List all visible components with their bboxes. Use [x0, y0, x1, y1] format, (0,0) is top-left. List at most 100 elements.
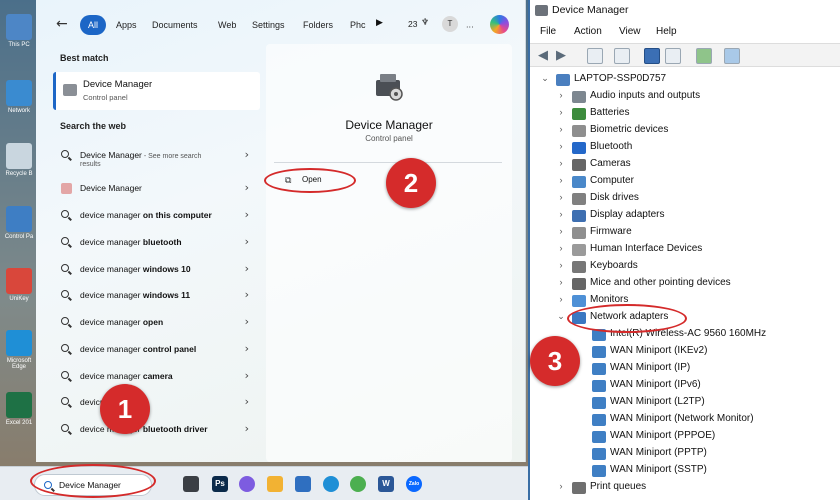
menu-view[interactable]: View — [619, 26, 641, 37]
desktop-icon[interactable]: UniKey — [0, 268, 38, 302]
menu-file[interactable]: File — [540, 26, 556, 37]
tree-network-device[interactable]: WAN Miniport (L2TP) — [592, 395, 830, 412]
tree-label: WAN Miniport (PPPOE) — [610, 430, 716, 441]
word-icon[interactable]: W — [378, 476, 394, 492]
web-result-item[interactable]: device manager on this computer › — [53, 204, 261, 228]
tree-category[interactable]: › Audio inputs and outputs — [556, 89, 830, 106]
chevron-right-icon[interactable]: › — [556, 90, 566, 100]
zalo-icon[interactable]: Zalo — [406, 476, 422, 492]
tree-category[interactable]: › Computer — [556, 174, 830, 191]
desktop-icon[interactable]: Microsoft Edge — [0, 330, 38, 370]
web-result-item[interactable]: device manager bluetooth › — [53, 231, 261, 255]
tree-category[interactable]: › Bluetooth — [556, 140, 830, 157]
chevron-right-icon[interactable]: › — [556, 209, 566, 219]
search-icon — [61, 237, 72, 248]
edge-icon[interactable] — [323, 476, 339, 492]
web-result-item[interactable]: devicmd› — [53, 391, 261, 415]
play-icon[interactable]: ▶ — [376, 18, 383, 28]
chevron-right-icon[interactable]: › — [556, 277, 566, 287]
desktop-icon[interactable]: Network — [0, 80, 38, 114]
tree-network-device[interactable]: WAN Miniport (IP) — [592, 361, 830, 378]
desktop-icon[interactable]: Recycle B — [0, 143, 38, 177]
update-driver-icon[interactable] — [696, 48, 712, 64]
web-result-bold: camera — [142, 371, 173, 381]
tree-network-device[interactable]: WAN Miniport (IPv6) — [592, 378, 830, 395]
show-hidden-icon[interactable] — [614, 48, 630, 64]
best-match-item[interactable]: Device Manager Control panel — [53, 72, 260, 110]
filter-apps[interactable]: Apps — [108, 15, 145, 35]
tree-network-device[interactable]: WAN Miniport (Network Monitor) — [592, 412, 830, 429]
notepad-icon[interactable] — [295, 476, 311, 492]
tree-network-device[interactable]: WAN Miniport (IKEv2) — [592, 344, 830, 361]
back-arrow-icon[interactable]: ← — [56, 16, 68, 32]
copilot-icon[interactable] — [490, 15, 509, 34]
chevron-down-icon[interactable]: ⌄ — [540, 73, 550, 84]
web-result-item[interactable]: device manager camera › — [53, 365, 261, 389]
chevron-right-icon[interactable]: › — [556, 141, 566, 151]
forward-icon[interactable]: ▶ — [556, 48, 566, 63]
menu-help[interactable]: Help — [656, 26, 677, 37]
scan-hardware-icon[interactable] — [724, 48, 740, 64]
filter-web[interactable]: Web — [210, 15, 244, 35]
web-result-item[interactable]: device manager windows 10 › — [53, 258, 261, 282]
filter-documents[interactable]: Documents — [144, 15, 206, 35]
chevron-right-icon[interactable]: › — [556, 294, 566, 304]
user-avatar[interactable]: T — [442, 16, 458, 32]
tree-category[interactable]: › Display adapters — [556, 208, 830, 225]
device-category-icon — [572, 91, 586, 103]
web-result-item[interactable]: Device Manager › — [53, 177, 261, 201]
tree-category[interactable]: › Print queues — [556, 480, 830, 497]
chevron-right-icon[interactable]: › — [556, 192, 566, 202]
chrome-icon[interactable] — [350, 476, 366, 492]
menu-action[interactable]: Action — [574, 26, 602, 37]
tree-network-device[interactable]: WAN Miniport (PPPOE) — [592, 429, 830, 446]
photoshop-icon[interactable]: Ps — [212, 476, 228, 492]
tree-category[interactable]: › Batteries — [556, 106, 830, 123]
web-result-item[interactable]: device manager bluetooth driver› — [53, 418, 261, 442]
chevron-right-icon[interactable]: › — [556, 124, 566, 134]
tree-network-device[interactable]: WAN Miniport (SSTP) — [592, 463, 830, 480]
web-result-item[interactable]: device manager open › — [53, 311, 261, 335]
filter-all[interactable]: All — [80, 15, 107, 35]
tree-category[interactable]: › Cameras — [556, 157, 830, 174]
chevron-down-icon[interactable]: ⌄ — [556, 311, 566, 322]
tree-category[interactable]: › Keyboards — [556, 259, 830, 276]
console-icon[interactable] — [665, 48, 681, 64]
help-icon[interactable] — [644, 48, 660, 64]
chevron-right-icon[interactable]: › — [556, 243, 566, 253]
desktop-icon[interactable]: Control Pa — [0, 206, 38, 240]
more-options-icon[interactable]: ··· — [466, 23, 474, 32]
chevron-right-icon[interactable]: › — [556, 260, 566, 270]
tree-network-device[interactable]: WAN Miniport (PPTP) — [592, 446, 830, 463]
desktop-icon[interactable]: This PC — [0, 14, 38, 48]
properties-icon[interactable] — [587, 48, 603, 64]
desktop-icon[interactable]: Excel 201 — [0, 392, 38, 426]
tree-category[interactable]: › Human Interface Devices — [556, 242, 830, 259]
web-result-text: devic — [80, 397, 100, 407]
filter-settings[interactable]: Settings — [244, 15, 293, 35]
preview-title: Device Manager — [345, 118, 433, 132]
network-adapter-icon — [592, 414, 606, 426]
filter-folders[interactable]: Folders — [295, 15, 341, 35]
chevron-right-icon[interactable]: › — [556, 226, 566, 236]
chevron-right-icon[interactable]: › — [556, 158, 566, 168]
tree-category[interactable]: › Biometric devices — [556, 123, 830, 140]
copilot-icon[interactable] — [239, 476, 255, 492]
desktop-icon-label: This PC — [8, 42, 30, 48]
explorer-icon[interactable] — [267, 476, 283, 492]
chevron-right-icon[interactable]: › — [556, 481, 566, 491]
tree-category[interactable]: › Disk drives — [556, 191, 830, 208]
chevron-right-icon: › — [244, 395, 249, 408]
taskview-icon[interactable] — [183, 476, 199, 492]
tree-label: WAN Miniport (Network Monitor) — [610, 413, 754, 424]
chevron-right-icon[interactable]: › — [556, 107, 566, 117]
tree-root[interactable]: ⌄ LAPTOP-SSP0D757 — [540, 72, 830, 89]
filter-photos[interactable]: Phc — [342, 15, 372, 35]
back-icon[interactable]: ◀ — [538, 48, 548, 63]
chevron-right-icon[interactable]: › — [556, 175, 566, 185]
tree-category[interactable]: › Firmware — [556, 225, 830, 242]
web-result-item[interactable]: Device Manager - See more search results › — [53, 144, 261, 168]
tree-category[interactable]: › Mice and other pointing devices — [556, 276, 830, 293]
web-result-item[interactable]: device manager control panel › — [53, 338, 261, 362]
web-result-item[interactable]: device manager windows 11 › — [53, 284, 261, 308]
